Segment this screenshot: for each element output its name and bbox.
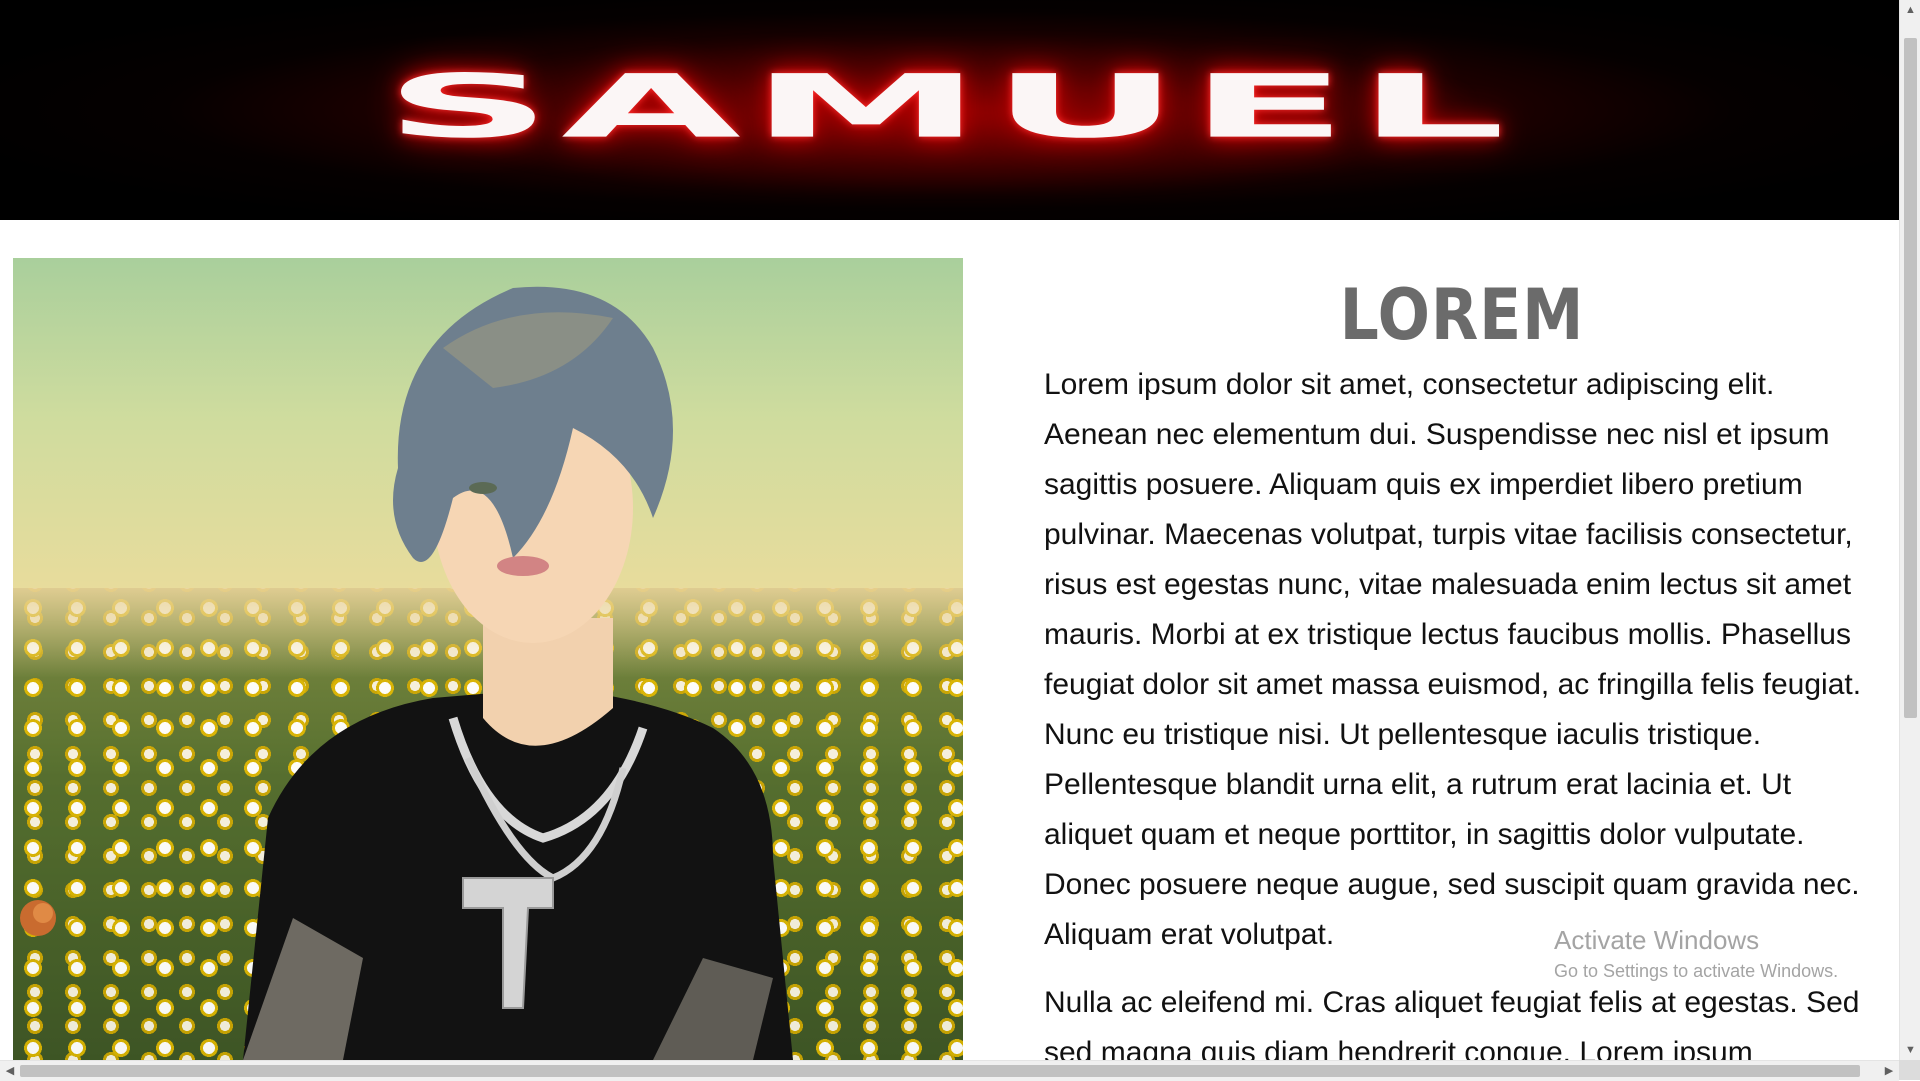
scroll-left-arrow-icon[interactable]: ◀ [0,1061,20,1081]
horizontal-scrollbar[interactable]: ◀ ▶ [0,1060,1899,1081]
paragraph-1: Lorem ipsum dolor sit amet, consectetur … [1044,368,1862,951]
watermark-subtitle: Go to Settings to activate Windows. [1554,961,1839,981]
scroll-right-arrow-icon[interactable]: ▶ [1879,1061,1899,1081]
page-viewport: SAMUEL LOREM Lorem ipsum dolor sit amet,… [0,0,1899,1060]
site-logo[interactable]: SAMUEL [0,63,1899,151]
avatar-figure [20,286,793,1060]
horizontal-scroll-thumb[interactable] [20,1065,1860,1077]
scrollbar-corner [1899,1060,1920,1080]
scroll-up-arrow-icon[interactable]: ▲ [1900,0,1920,20]
content-title: LOREM [1339,274,1585,356]
activate-windows-watermark: Activate Windows Go to Settings to activ… [1554,924,1838,982]
paragraph-2: Nulla ac eleifend mi. Cras aliquet feugi… [1044,986,1860,1060]
avatar-photo [13,258,963,1060]
vertical-scrollbar[interactable]: ▲ ▼ [1899,0,1920,1060]
watermark-title: Activate Windows [1554,925,1760,955]
header-banner: SAMUEL [0,0,1899,220]
vertical-scroll-thumb[interactable] [1904,38,1917,718]
scroll-down-arrow-icon[interactable]: ▼ [1900,1040,1920,1060]
